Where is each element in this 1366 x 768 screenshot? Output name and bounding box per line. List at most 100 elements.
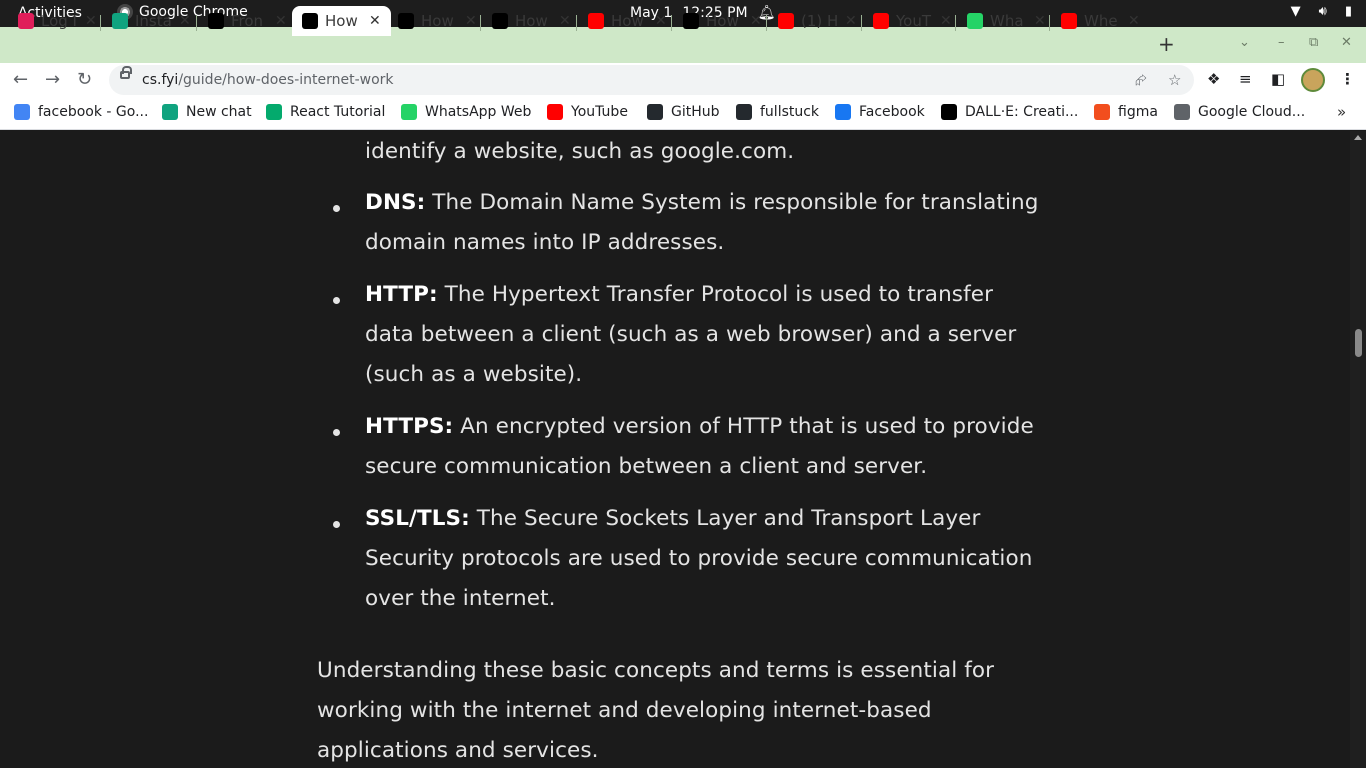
- tab-search-icon[interactable]: ⌄: [1239, 35, 1250, 50]
- tab-title: YouT: [896, 12, 932, 30]
- more-bookmarks-icon[interactable]: »: [1337, 103, 1346, 121]
- tab-title: How: [325, 12, 358, 30]
- tab-6[interactable]: How ✕: [492, 6, 571, 36]
- bookmark-label: Facebook: [859, 104, 925, 120]
- gear-icon: [1174, 104, 1190, 120]
- list-item-line: secure communication between a client an…: [365, 454, 927, 479]
- tab-11[interactable]: Wha ✕: [967, 6, 1046, 36]
- bookmark-2[interactable]: New chat: [162, 104, 252, 120]
- tab-close-icon[interactable]: ✕: [940, 13, 952, 29]
- share-icon[interactable]: ⮳: [1135, 71, 1147, 89]
- tab-close-icon[interactable]: ✕: [750, 13, 762, 29]
- list-item-line: DNS: The Domain Name System is responsib…: [365, 190, 1039, 215]
- list-item-line: Security protocols are used to provide s…: [365, 546, 1032, 571]
- tab-close-icon[interactable]: ✕: [275, 13, 287, 29]
- scroll-up-arrow-icon[interactable]: [1354, 135, 1362, 140]
- list-item-text: secure communication between a client an…: [365, 454, 928, 479]
- whatsapp-icon: [967, 13, 983, 29]
- google-icon: [14, 104, 30, 120]
- extensions-icon[interactable]: ❖: [1207, 70, 1220, 88]
- list-item-term: HTTPS:: [365, 414, 454, 439]
- forward-icon[interactable]: →: [45, 69, 60, 90]
- bookmark-star-icon[interactable]: ☆: [1168, 71, 1181, 89]
- side-panel-icon[interactable]: ◧: [1271, 70, 1285, 88]
- tab-10[interactable]: YouT ✕: [873, 6, 952, 36]
- tab-separator: [671, 15, 672, 31]
- bookmark-3[interactable]: React Tutorial: [266, 104, 385, 120]
- profile-avatar[interactable]: [1301, 68, 1325, 92]
- tab-3[interactable]: Fron ✕: [208, 6, 287, 36]
- youtube-icon: [547, 104, 563, 120]
- tab-close-icon[interactable]: ✕: [559, 13, 571, 29]
- tab-separator: [861, 15, 862, 31]
- bookmark-9[interactable]: DALL·E: Creati...: [941, 104, 1078, 120]
- list-item-line: SSL/TLS: The Secure Sockets Layer and Tr…: [365, 506, 980, 531]
- tab-close-icon[interactable]: ✕: [179, 13, 191, 29]
- scroll-thumb[interactable]: [1355, 329, 1362, 357]
- tab-title: How: [706, 12, 739, 30]
- close-window-icon[interactable]: ✕: [1341, 35, 1352, 50]
- bookmark-10[interactable]: figma: [1094, 104, 1158, 120]
- tab-close-icon[interactable]: ✕: [465, 13, 477, 29]
- tab-close-icon[interactable]: ✕: [369, 13, 381, 29]
- openai-icon: [941, 104, 957, 120]
- tab-close-icon[interactable]: ✕: [655, 13, 667, 29]
- bookmark-label: YouTube: [571, 104, 628, 120]
- vertical-scrollbar[interactable]: [1350, 131, 1366, 768]
- github-icon: [647, 104, 663, 120]
- list-item-text: The Secure Sockets Layer and Transport L…: [469, 506, 981, 531]
- conclusion-line: applications and services.: [317, 738, 599, 763]
- menu-icon[interactable]: ⋮: [1340, 70, 1355, 88]
- tab-5[interactable]: How ✕: [398, 6, 477, 36]
- roadmap-icon: [208, 13, 224, 29]
- tab-7[interactable]: How ✕: [588, 6, 667, 36]
- bookmark-5[interactable]: YouTube: [547, 104, 628, 120]
- minimize-icon[interactable]: –: [1278, 35, 1285, 50]
- list-item-term: HTTP:: [365, 282, 438, 307]
- youtube-icon: [1061, 13, 1077, 29]
- github-icon: [736, 104, 752, 120]
- url-text[interactable]: cs.fyi/guide/how-does-internet-work: [142, 72, 394, 88]
- tab-8[interactable]: How ✕: [683, 6, 762, 36]
- reload-icon[interactable]: ↻: [77, 69, 92, 90]
- bookmark-8[interactable]: Facebook: [835, 104, 925, 120]
- bookmark-label: React Tutorial: [290, 104, 386, 120]
- restore-icon[interactable]: ⧉: [1309, 35, 1318, 50]
- tab-title: Wha: [990, 12, 1024, 30]
- list-item-line: HTTPS: An encrypted version of HTTP that…: [365, 414, 1034, 439]
- list-item-term: SSL/TLS:: [365, 506, 470, 531]
- bookmark-11[interactable]: Google Cloud...: [1174, 104, 1305, 120]
- slack-icon: [18, 13, 34, 29]
- medium-icon: [492, 13, 508, 29]
- bookmark-4[interactable]: WhatsApp Web: [401, 104, 531, 120]
- list-item-text: domain names into IP addresses.: [365, 230, 725, 255]
- address-bar[interactable]: cs.fyi/guide/how-does-internet-work ⮳ ☆: [109, 65, 1194, 95]
- list-item-line: over the internet.: [365, 586, 556, 611]
- w3schools-icon: [266, 104, 282, 120]
- tab-9[interactable]: (1) H ✕: [778, 6, 857, 36]
- bookmark-6[interactable]: GitHub: [647, 104, 720, 120]
- volume-icon: 🔊︎: [1318, 4, 1327, 19]
- bookmark-1[interactable]: facebook - Go...: [14, 104, 148, 120]
- list-item-text: An encrypted version of HTTP that is use…: [453, 414, 1034, 439]
- tab-close-icon[interactable]: ✕: [1128, 13, 1140, 29]
- list-item-line: (such as a website).: [365, 362, 582, 387]
- lock-icon[interactable]: [120, 66, 132, 79]
- bookmark-label: WhatsApp Web: [425, 104, 532, 120]
- list-item-line: data between a client (such as a web bro…: [365, 322, 1016, 347]
- media-control-icon[interactable]: ≡: [1239, 70, 1252, 88]
- tab-close-icon[interactable]: ✕: [85, 13, 97, 29]
- tab-close-icon[interactable]: ✕: [845, 13, 857, 29]
- tab-4[interactable]: How ✕: [292, 6, 391, 36]
- bookmark-7[interactable]: fullstuck: [736, 104, 819, 120]
- system-tray[interactable]: ▼ 🔊︎ ▮: [1291, 4, 1352, 19]
- tab-2[interactable]: Insta ✕: [112, 6, 191, 36]
- tab-close-icon[interactable]: ✕: [1034, 13, 1046, 29]
- youtube-icon: [778, 13, 794, 29]
- youtube-icon: [873, 13, 889, 29]
- new-tab-button[interactable]: +: [1158, 32, 1175, 56]
- tab-12[interactable]: Whe ✕: [1061, 6, 1140, 36]
- tab-1[interactable]: Log I ✕: [18, 6, 97, 36]
- whatsapp-icon: [401, 104, 417, 120]
- back-icon[interactable]: ←: [13, 69, 28, 90]
